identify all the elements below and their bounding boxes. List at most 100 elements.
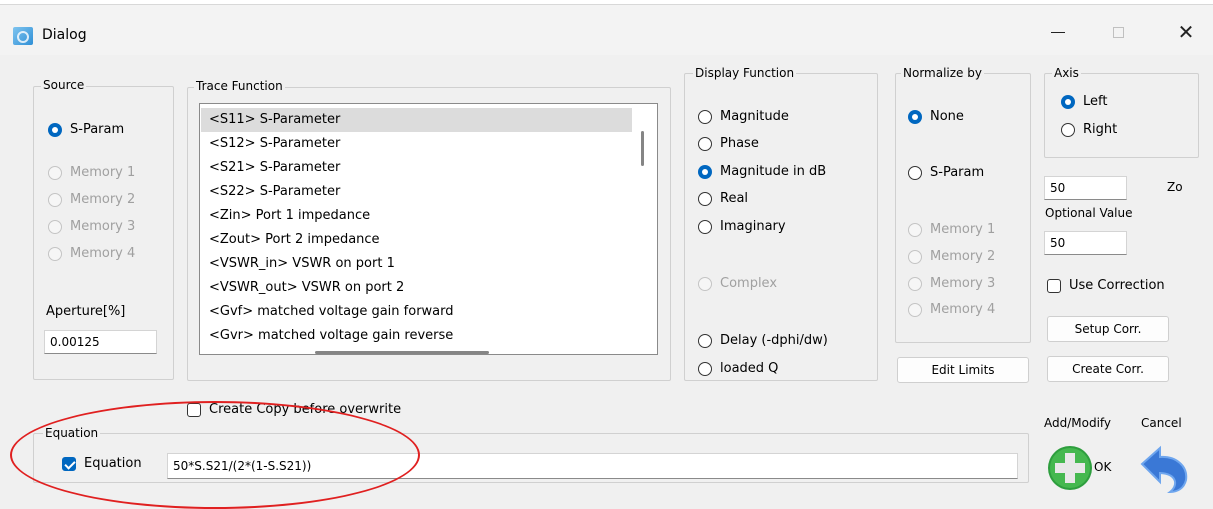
vertical-scrollbar[interactable] (641, 131, 644, 166)
normalize-radio-memory-4[interactable]: Memory 4 (908, 302, 995, 317)
list-item[interactable]: <S12> S-Parameter (201, 132, 632, 156)
add-modify-label: Add/Modify (1044, 416, 1112, 430)
normalize-radio-memory-2[interactable]: Memory 2 (908, 249, 995, 264)
normalize-radio-memory-1[interactable]: Memory 1 (908, 222, 995, 237)
axis-radio-right[interactable]: Right (1061, 122, 1117, 137)
cancel-button[interactable] (1138, 444, 1190, 494)
window-title: Dialog (42, 27, 87, 43)
radio-label: Left (1083, 94, 1108, 109)
list-item[interactable]: <S22> S-Parameter (201, 180, 632, 204)
source-radio-memory-2[interactable]: Memory 2 (48, 192, 135, 207)
cancel-label: Cancel (1141, 416, 1182, 430)
list-item[interactable]: <VSWR_out> VSWR on port 2 (201, 276, 632, 300)
radio-indicator (698, 333, 712, 348)
list-item[interactable]: <S11> S-Parameter (201, 108, 632, 132)
close-button[interactable]: ✕ (1166, 17, 1206, 47)
trace-function-label: Trace Function (194, 79, 285, 93)
radio-indicator (908, 109, 922, 124)
ok-label: OK (1094, 460, 1112, 474)
radio-label: Memory 2 (930, 249, 996, 264)
checkbox-label: Create Copy before overwrite (209, 402, 402, 417)
radio-label: None (930, 109, 964, 124)
source-radio-memory-1[interactable]: Memory 1 (48, 165, 135, 180)
zo-input[interactable]: 50 (1044, 176, 1127, 200)
list-item[interactable]: <Gvr> matched voltage gain reverse (201, 324, 632, 348)
create-copy-checkbox[interactable]: Create Copy before overwrite (187, 402, 401, 417)
horizontal-scrollbar[interactable] (315, 351, 489, 354)
minimize-button[interactable] (1038, 17, 1078, 47)
display-radio-imaginary[interactable]: Imaginary (698, 219, 786, 234)
display-radio-loaded-q[interactable]: loaded Q (698, 361, 778, 376)
aperture-input[interactable]: 0.00125 (44, 330, 157, 354)
display-radio-phase[interactable]: Phase (698, 136, 759, 151)
checkbox-box (62, 456, 76, 471)
checkbox-box (1047, 278, 1061, 293)
checkbox-label: Use Correction (1069, 278, 1165, 293)
radio-indicator (698, 164, 712, 179)
source-radio-memory-3[interactable]: Memory 3 (48, 219, 135, 234)
radio-label: Complex (720, 276, 778, 291)
radio-indicator (48, 246, 62, 261)
equation-input[interactable]: 50*S.S21/(2*(1-S.S21)) (167, 453, 1018, 479)
plus-icon (1048, 446, 1092, 490)
display-function-label: Display Function (693, 66, 797, 80)
app-icon (13, 27, 33, 45)
radio-indicator (48, 192, 62, 207)
display-radio-magnitude[interactable]: Magnitude (698, 109, 789, 124)
trace-function-list[interactable]: <S11> S-Parameter <S12> S-Parameter <S21… (199, 103, 658, 355)
source-radio-memory-4[interactable]: Memory 4 (48, 246, 135, 261)
radio-indicator (48, 219, 62, 234)
list-item[interactable]: <Zin> Port 1 impedance (201, 204, 632, 228)
radio-label: loaded Q (720, 361, 779, 376)
maximize-icon (1112, 26, 1124, 38)
optional-value-input[interactable]: 50 (1044, 231, 1127, 255)
radio-indicator (698, 136, 712, 151)
radio-indicator (698, 109, 712, 124)
checkbox-label: Equation (84, 456, 142, 471)
edit-limits-button[interactable]: Edit Limits (897, 357, 1029, 383)
radio-indicator (908, 165, 922, 180)
normalize-radio-memory-3[interactable]: Memory 3 (908, 276, 995, 291)
add-modify-button[interactable]: OK (1046, 444, 1128, 492)
radio-label: Phase (720, 136, 759, 151)
radio-label: Memory 3 (70, 219, 136, 234)
checkbox-box (187, 402, 201, 417)
display-radio-magnitude-db[interactable]: Magnitude in dB (698, 164, 826, 179)
source-group-label: Source (41, 78, 87, 92)
radio-indicator (908, 276, 922, 291)
radio-indicator (1061, 94, 1075, 109)
use-correction-checkbox[interactable]: Use Correction (1047, 278, 1165, 293)
aperture-label: Aperture[%] (46, 304, 126, 319)
equation-checkbox[interactable]: Equation (62, 456, 142, 471)
close-icon: ✕ (1177, 20, 1195, 44)
radio-indicator (698, 361, 712, 376)
radio-label: Delay (-dphi/dw) (720, 333, 828, 348)
display-radio-real[interactable]: Real (698, 191, 748, 206)
setup-corr-button[interactable]: Setup Corr. (1047, 316, 1169, 342)
radio-label: Magnitude (720, 109, 789, 124)
create-corr-button[interactable]: Create Corr. (1047, 356, 1169, 382)
minimize-icon (1051, 31, 1065, 33)
display-radio-delay[interactable]: Delay (-dphi/dw) (698, 333, 828, 348)
radio-label: Magnitude in dB (720, 164, 827, 179)
radio-indicator (908, 302, 922, 317)
list-item[interactable]: <VSWR_in> VSWR on port 1 (201, 252, 632, 276)
radio-indicator (1061, 122, 1075, 137)
radio-label: Memory 1 (70, 165, 136, 180)
maximize-button[interactable] (1098, 17, 1138, 47)
radio-indicator (48, 122, 62, 137)
radio-label: Imaginary (720, 219, 786, 234)
radio-label: Memory 2 (70, 192, 136, 207)
radio-label: Memory 1 (930, 222, 996, 237)
list-item[interactable]: <S21> S-Parameter (201, 156, 632, 180)
source-radio-sparam[interactable]: S-Param (48, 122, 124, 137)
list-item[interactable]: <Zout> Port 2 impedance (201, 228, 632, 252)
radio-label: Real (720, 191, 749, 206)
list-item[interactable]: <Gvf> matched voltage gain forward (201, 300, 632, 324)
radio-indicator (908, 249, 922, 264)
axis-radio-left[interactable]: Left (1061, 94, 1107, 109)
normalize-radio-sparam[interactable]: S-Param (908, 165, 984, 180)
axis-label: Axis (1052, 66, 1081, 80)
normalize-radio-none[interactable]: None (908, 109, 964, 124)
display-radio-complex[interactable]: Complex (698, 276, 777, 291)
